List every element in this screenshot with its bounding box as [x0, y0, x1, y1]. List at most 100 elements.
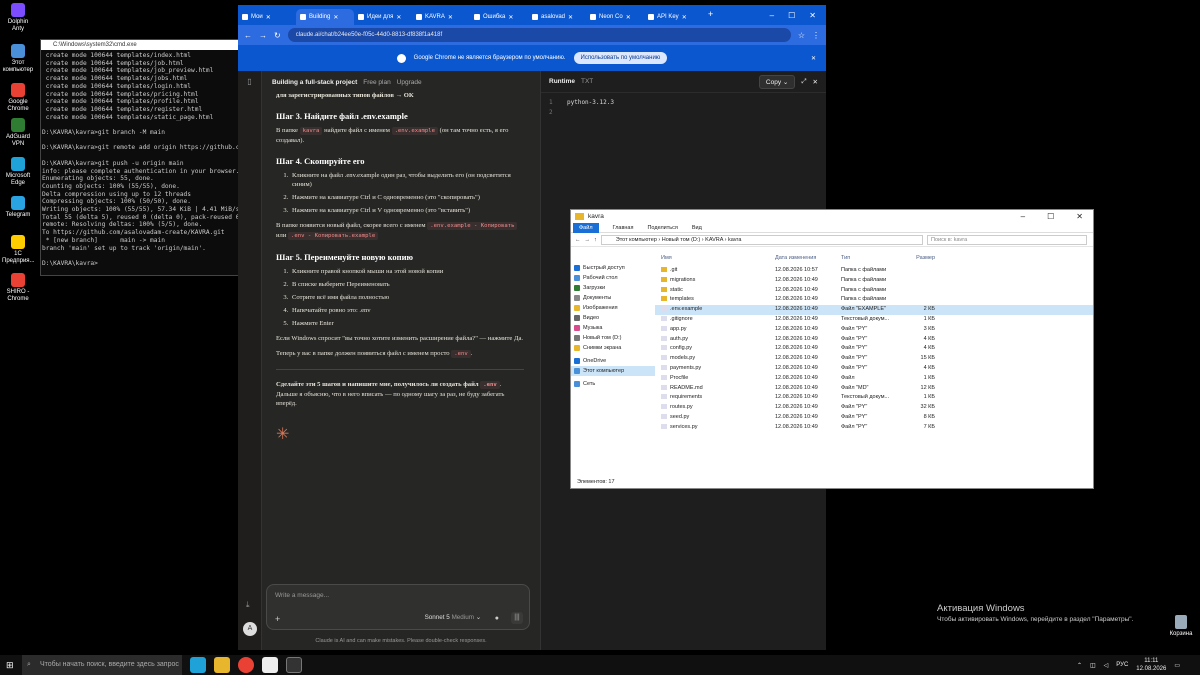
- nav-item[interactable]: Сеть: [571, 379, 655, 389]
- tab-close-icon[interactable]: ✕: [626, 14, 631, 21]
- file-row[interactable]: .git 12.08.2026 10:57 Папка с файлами: [655, 266, 1093, 276]
- address-bar[interactable]: claude.ai/chat/b24ee50e-f05c-44d0-8813-d…: [287, 28, 791, 42]
- browser-tab[interactable]: API Key ✕: [644, 9, 702, 25]
- upgrade-link[interactable]: Upgrade: [397, 79, 422, 86]
- minimize-icon[interactable]: –: [770, 11, 774, 20]
- sidebar-toggle-icon[interactable]: ▯: [238, 77, 261, 86]
- downloads-icon[interactable]: ⤓: [246, 600, 250, 610]
- col-date[interactable]: Дата изменения: [775, 252, 841, 264]
- explorer-icon[interactable]: [214, 657, 230, 673]
- browser-tab[interactable]: Мои ✕: [238, 9, 296, 25]
- recycle-bin[interactable]: Корзина: [1165, 615, 1197, 637]
- file-row[interactable]: auth.py 12.08.2026 10:49 Файл "PY" 4 КБ: [655, 335, 1093, 345]
- file-row[interactable]: config.py 12.08.2026 10:49 Файл "PY" 4 КБ: [655, 344, 1093, 354]
- file-row[interactable]: payments.py 12.08.2026 10:49 Файл "PY" 4 КБ: [655, 364, 1093, 374]
- tab-close-icon[interactable]: ✕: [448, 14, 453, 21]
- maximize-icon[interactable]: ☐: [788, 11, 795, 20]
- col-size[interactable]: Размер: [901, 252, 935, 264]
- file-row[interactable]: .env.example 12.08.2026 10:49 Файл "EXAMPL…: [655, 305, 1093, 315]
- artifact-close-icon[interactable]: ✕: [813, 78, 818, 86]
- file-row[interactable]: .gitignore 12.08.2026 10:49 Текстовый доку…: [655, 315, 1093, 325]
- desktop-icon[interactable]: Telegram: [2, 196, 34, 219]
- menu-icon[interactable]: ⋮: [812, 31, 820, 40]
- tab-close-icon[interactable]: ✕: [266, 14, 271, 21]
- notification-icon[interactable]: ▭: [1174, 662, 1180, 669]
- chrome-icon[interactable]: [238, 657, 254, 673]
- nav-item[interactable]: Изображения: [571, 303, 655, 313]
- file-row[interactable]: migrations 12.08.2026 10:49 Папка с файлам…: [655, 276, 1093, 286]
- ribbon-tab[interactable]: Файл: [573, 222, 599, 233]
- back-icon[interactable]: ←: [244, 31, 252, 40]
- desktop-icon[interactable]: AdGuard VPN: [2, 118, 34, 148]
- volume-icon[interactable]: ◁: [1104, 662, 1109, 669]
- nav-item[interactable]: Быстрый доступ: [571, 263, 655, 273]
- path-bar[interactable]: Этот компьютер › Новый том (D:) › KAVRA …: [600, 234, 923, 245]
- col-type[interactable]: Тип: [841, 252, 901, 264]
- desktop-icon[interactable]: Этот компьютер: [2, 44, 34, 74]
- file-row[interactable]: templates 12.08.2026 10:49 Папка с файлами: [655, 295, 1093, 305]
- browser-tab[interactable]: Building ✕: [296, 9, 354, 25]
- desktop-icon[interactable]: SHIRO - Chrome: [2, 273, 34, 303]
- clock[interactable]: 11:11 12.08.2026: [1136, 657, 1166, 673]
- tab-close-icon[interactable]: ✕: [333, 14, 338, 21]
- set-default-button[interactable]: Использовать по умолчанию: [573, 52, 668, 64]
- tab-close-icon[interactable]: ✕: [682, 14, 687, 21]
- browser-tab[interactable]: Ошибка ✕: [470, 9, 528, 25]
- star-icon[interactable]: ☆: [798, 31, 805, 40]
- desktop-icon[interactable]: Microsoft Edge: [2, 157, 34, 187]
- windows-start-icon[interactable]: ⊞: [6, 660, 14, 671]
- ribbon-tab[interactable]: Поделиться: [647, 225, 677, 231]
- expand-icon[interactable]: ⤢: [801, 78, 806, 86]
- maximize-icon[interactable]: ☐: [1047, 212, 1054, 221]
- message-input[interactable]: Write a message...: [275, 592, 329, 599]
- browser-tab[interactable]: Идеи для ✕: [354, 9, 412, 25]
- file-row[interactable]: README.md 12.08.2026 10:49 Файл "MD" 12 КБ: [655, 384, 1093, 394]
- nav-item[interactable]: Рабочий стол: [571, 273, 655, 283]
- message-composer[interactable]: Write a message... + Sonnet 5 Medium ⌄ ●…: [266, 584, 530, 630]
- avatar[interactable]: A: [243, 622, 257, 636]
- cmd-window[interactable]: C:\Windows\system32\cmd.exe create mode …: [40, 39, 245, 276]
- edge-icon[interactable]: [190, 657, 206, 673]
- mic-icon[interactable]: ●: [495, 615, 499, 622]
- file-row[interactable]: routes.py 12.08.2026 10:49 Файл "PY" 32 КБ: [655, 403, 1093, 413]
- ribbon-tab[interactable]: Главная: [613, 225, 634, 231]
- desktop-icon[interactable]: Google Chrome: [2, 83, 34, 113]
- nav-item[interactable]: Новый том (D:): [571, 333, 655, 343]
- taskbar-search[interactable]: ⌕ Чтобы начать поиск, введите здесь запр…: [22, 655, 182, 675]
- new-tab-icon[interactable]: +: [708, 9, 713, 25]
- desktop-icon[interactable]: Dolphin Anty: [2, 3, 34, 33]
- close-icon[interactable]: ✕: [809, 11, 816, 20]
- chat-title[interactable]: Building a full-stack project: [272, 79, 357, 86]
- forward-icon[interactable]: →: [259, 31, 267, 40]
- forward-icon[interactable]: →: [585, 237, 591, 243]
- terminal-icon[interactable]: [286, 657, 302, 673]
- browser-tab[interactable]: asalovad ✕: [528, 9, 586, 25]
- desktop-icon[interactable]: 1С Предприя...: [2, 235, 35, 265]
- nav-item[interactable]: Видео: [571, 313, 655, 323]
- language-indicator[interactable]: РУС: [1116, 662, 1128, 668]
- copilot-icon[interactable]: [262, 657, 278, 673]
- col-name[interactable]: Имя: [655, 252, 775, 264]
- nav-item[interactable]: OneDrive: [571, 356, 655, 366]
- file-row[interactable]: Procfile 12.08.2026 10:49 Файл 1 КБ: [655, 374, 1093, 384]
- nav-item[interactable]: Загрузки: [571, 283, 655, 293]
- file-row[interactable]: services.py 12.08.2026 10:49 Файл "PY" 7 КБ: [655, 423, 1093, 433]
- up-icon[interactable]: ↑: [594, 237, 597, 243]
- tab-close-icon[interactable]: ✕: [568, 14, 573, 21]
- file-row[interactable]: requirements 12.08.2026 10:49 Текстовый до…: [655, 393, 1093, 403]
- file-row[interactable]: static 12.08.2026 10:49 Папка с файлами: [655, 286, 1093, 296]
- reload-icon[interactable]: ↻: [274, 31, 281, 40]
- infobar-close-icon[interactable]: ✕: [811, 55, 816, 62]
- tray-chevron-icon[interactable]: ⌃: [1077, 662, 1082, 669]
- nav-item[interactable]: Снимки экрана: [571, 343, 655, 353]
- browser-tab[interactable]: Neon Co ✕: [586, 9, 644, 25]
- file-explorer-window[interactable]: kavra – ☐ ✕ Файл Главная Поделиться Вид ← → ↑…: [570, 209, 1094, 489]
- back-icon[interactable]: ←: [575, 237, 581, 243]
- file-row[interactable]: app.py 12.08.2026 10:49 Файл "PY" 3 КБ: [655, 325, 1093, 335]
- nav-item[interactable]: Музыка: [571, 323, 655, 333]
- tab-close-icon[interactable]: ✕: [508, 14, 513, 21]
- nav-item[interactable]: Этот компьютер: [571, 366, 655, 376]
- search-box[interactable]: Поиск в: kavra: [927, 234, 1087, 245]
- nav-item[interactable]: Документы: [571, 293, 655, 303]
- copy-button[interactable]: Copy ⌄: [758, 74, 796, 89]
